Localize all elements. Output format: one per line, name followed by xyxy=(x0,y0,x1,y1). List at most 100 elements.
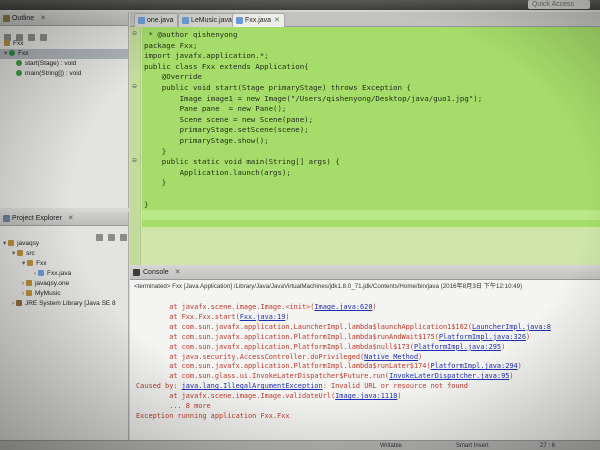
code-lines: * @author qishenyong package Fxx; import j… xyxy=(144,30,482,210)
outline-item-main[interactable]: main(String[]) : void xyxy=(0,69,128,79)
outline-item-start[interactable]: start(Stage) : void xyxy=(0,59,128,69)
chevron-right-icon[interactable]: › xyxy=(22,290,24,297)
outline-item-class[interactable]: ▾ Fxx xyxy=(0,49,128,59)
fold-icon[interactable]: ⊖ xyxy=(132,31,138,37)
package-icon xyxy=(25,280,32,286)
tree-item-package[interactable]: ▾ Fxx xyxy=(0,259,128,269)
chevron-right-icon[interactable]: › xyxy=(22,280,24,287)
tree-item-package[interactable]: › javaqsy.one xyxy=(0,279,128,289)
trace-tail: ) xyxy=(501,342,506,351)
console-tab-bar: Console ✕ xyxy=(130,266,600,280)
chevron-down-icon[interactable]: ▾ xyxy=(12,250,15,257)
tree-item-label: JRE System Library [Java SE 8 xyxy=(24,300,116,307)
trace-link[interactable]: Native Method xyxy=(364,353,418,361)
project-explorer-label: Project Explorer xyxy=(12,215,62,222)
code-line: Image image1 = new Image("/Users/qisheny… xyxy=(144,93,483,103)
class-icon xyxy=(9,50,16,56)
trace-text: at com.sun.javafx.application.PlatformIm… xyxy=(136,362,431,371)
package-icon xyxy=(27,260,34,266)
eclipse-window: Quick Access Outline ✕ Fxx ▾ Fxx start(S… xyxy=(0,0,600,450)
close-icon[interactable]: ✕ xyxy=(40,15,46,22)
outline-tab[interactable]: Outline ✕ xyxy=(0,12,128,26)
code-line: public class Fxx extends Application{ xyxy=(144,61,309,71)
tree-item-label: Fxx xyxy=(36,260,47,267)
trace-link[interactable]: Image.java:1110 xyxy=(335,392,397,400)
tab-lemusic-java[interactable]: LeMusic.java xyxy=(178,13,237,27)
trace-text: at javafx.scene.image.Image.validateUrl( xyxy=(136,392,336,401)
close-icon[interactable]: ✕ xyxy=(68,215,74,222)
trace-line: at com.sun.javafx.application.PlatformIm… xyxy=(136,343,551,353)
trace-link[interactable]: Image.java:620 xyxy=(314,303,372,311)
java-file-icon xyxy=(138,17,145,24)
outline-item-label: Fxx xyxy=(13,40,24,47)
chevron-down-icon[interactable]: ▾ xyxy=(22,260,25,267)
tab-label: LeMusic.java xyxy=(191,17,232,24)
code-line: } xyxy=(144,199,149,209)
chevron-right-icon[interactable]: › xyxy=(12,300,14,307)
current-line-highlight xyxy=(142,210,600,220)
outline-item-label: Fxx xyxy=(18,50,29,57)
trace-link[interactable]: PlatformImpl.java:294 xyxy=(431,362,518,370)
fold-icon[interactable]: ⊖ xyxy=(132,84,138,90)
fold-icon[interactable]: ⊖ xyxy=(132,158,138,164)
trace-link[interactable]: PlatformImpl.java:295 xyxy=(414,343,501,351)
quick-access-field[interactable]: Quick Access xyxy=(528,0,590,9)
code-line: } xyxy=(144,146,167,156)
trace-tail: ) xyxy=(397,392,402,401)
java-file-icon xyxy=(236,17,243,24)
tree-item-jre[interactable]: › JRE System Library [Java SE 8 xyxy=(0,299,128,309)
trace-line: at javafx.scene.image.Image.validateUrl(… xyxy=(136,392,551,402)
chevron-down-icon[interactable]: ▾ xyxy=(4,50,7,57)
status-bar: Writable Smart Insert 27 : 6 xyxy=(0,440,600,450)
trace-tail: ) xyxy=(285,312,290,321)
outline-view: Outline ✕ Fxx ▾ Fxx start(Stage) : void … xyxy=(0,12,129,208)
trace-line: at com.sun.glass.ui.InvokeLaterDispatche… xyxy=(136,372,551,382)
trace-link[interactable]: java.lang.IllegalArgumentException xyxy=(182,382,323,390)
close-icon[interactable]: ✕ xyxy=(175,269,181,276)
tab-fxx-java[interactable]: Fxx.java ✕ xyxy=(232,13,285,27)
tree-item-label: src xyxy=(26,250,35,257)
outline-icon xyxy=(3,15,10,22)
explorer-toolbar xyxy=(0,226,128,241)
trace-tail: ) xyxy=(418,352,423,361)
main-toolbar: Quick Access xyxy=(0,0,600,10)
project-explorer-tab[interactable]: Project Explorer ✕ xyxy=(0,212,128,226)
outline-item-label: start(Stage) : void xyxy=(25,60,77,67)
trace-line: at com.sun.javafx.application.LauncherIm… xyxy=(136,323,551,333)
project-explorer-view: Project Explorer ✕ ▾ javaqsy ▾ src ▾ Fxx… xyxy=(0,212,129,450)
console-view[interactable]: <terminated> Fxx [Java Application] /Lib… xyxy=(130,280,600,440)
code-line: } xyxy=(144,178,167,188)
code-line: Pane pane = new Pane(); xyxy=(144,104,287,114)
trace-text: Exception running application Fxx.Fxx xyxy=(136,411,290,420)
tab-one-java[interactable]: one.java xyxy=(134,13,179,27)
trace-line: Caused by: java.lang.IllegalArgumentExce… xyxy=(136,382,551,392)
chevron-down-icon[interactable]: ▾ xyxy=(3,240,6,247)
trace-link[interactable]: PlatformImpl.java:326 xyxy=(439,333,526,341)
tree-item-src[interactable]: ▾ src xyxy=(0,249,128,259)
close-tab-icon[interactable]: ✕ xyxy=(274,17,280,24)
project-icon xyxy=(8,240,15,246)
code-line: import javafx.application.*; xyxy=(144,51,269,61)
trace-link[interactable]: InvokeLaterDispatcher.java:95 xyxy=(389,372,509,380)
trace-text: at java.security.AccessController.doPriv… xyxy=(136,352,365,361)
trace-text: at com.sun.javafx.application.PlatformIm… xyxy=(136,342,414,351)
console-icon xyxy=(133,269,140,276)
tree-item-project[interactable]: ▾ javaqsy xyxy=(0,239,128,249)
outline-item-package[interactable]: Fxx xyxy=(0,39,128,49)
writable-status: Writable xyxy=(380,443,402,449)
package-icon xyxy=(25,290,32,296)
outline-tree: Fxx ▾ Fxx start(Stage) : void main(Strin… xyxy=(0,39,128,79)
editor-gutter: ⊖ ⊖ ⊖ xyxy=(130,27,141,265)
trace-tail: ) xyxy=(525,332,531,341)
trace-line: at com.sun.javafx.application.PlatformIm… xyxy=(136,333,551,343)
tree-item-label: javaqsy.one xyxy=(34,280,70,287)
outline-toolbar xyxy=(0,26,128,41)
code-editor[interactable]: ⊖ ⊖ ⊖ * @author qishenyong package Fxx; im… xyxy=(130,27,600,265)
tree-item-package[interactable]: › MyMusic xyxy=(0,289,128,299)
tree-item-java-file[interactable]: › Fxx.java xyxy=(0,269,128,279)
trace-link[interactable]: Fxx.java:19 xyxy=(240,313,286,321)
trace-link[interactable]: LauncherImpl.java:8 xyxy=(472,323,551,331)
chevron-right-icon[interactable]: › xyxy=(34,270,36,277)
console-tab-label[interactable]: Console xyxy=(143,269,169,276)
trace-text: at com.sun.javafx.application.PlatformIm… xyxy=(136,332,439,341)
